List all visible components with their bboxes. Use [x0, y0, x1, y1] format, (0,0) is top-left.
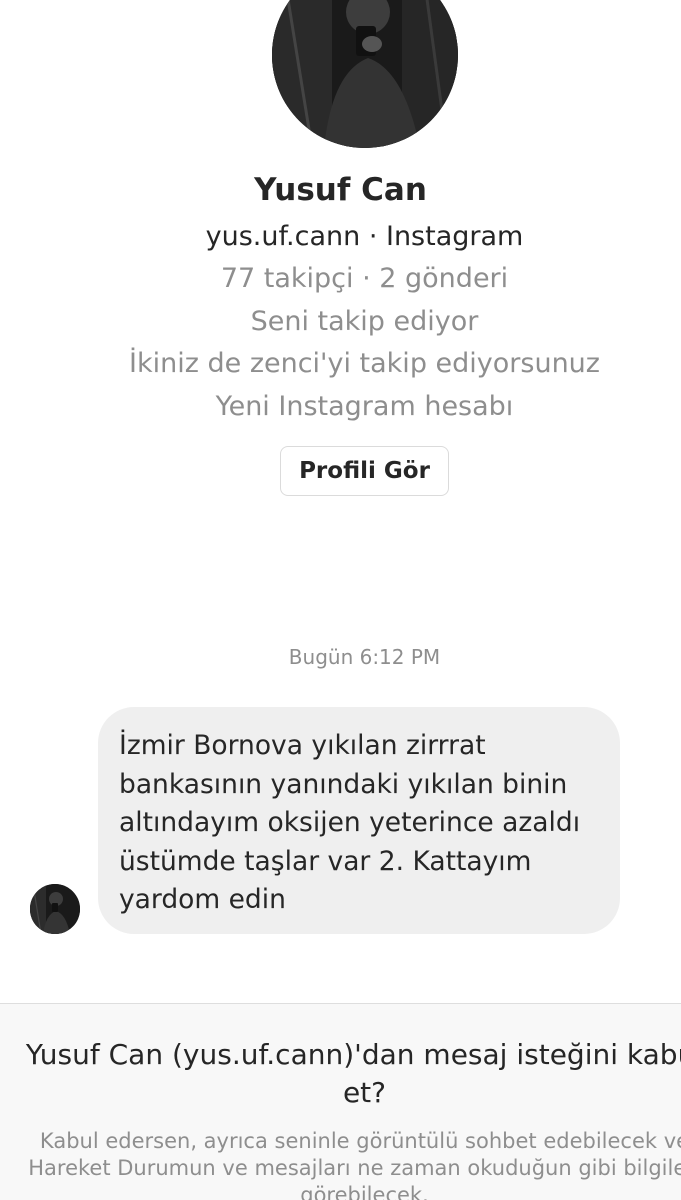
- request-title-line: Yusuf Can (yus.uf.cann)'dan mesaj isteği…: [25, 1038, 681, 1071]
- request-description: Kabul edersen, ayrıca seninle görüntülü …: [0, 1128, 681, 1200]
- request-description-line: görebilecek.: [300, 1183, 429, 1200]
- request-title-line: et?: [342, 1076, 387, 1109]
- profile-avatar[interactable]: [272, 0, 458, 148]
- profile-stats: 77 takipçi · 2 gönderi: [220, 263, 509, 294]
- view-profile-button[interactable]: Profili Gör: [280, 446, 449, 496]
- message-timestamp: Bugün 6:12 PM: [288, 645, 441, 669]
- profile-handle: yus.uf.cann · Instagram: [205, 221, 524, 252]
- avatar-photo-icon: [30, 884, 80, 934]
- message-text: İzmir Bornova yıkılan zirrrat bankasının…: [119, 730, 581, 915]
- mutual-follow-label: İkiniz de zenci'yi takip ediyorsunuz: [129, 348, 600, 379]
- avatar-photo-icon: [272, 0, 458, 148]
- new-account-label: Yeni Instagram hesabı: [215, 391, 514, 422]
- sender-avatar[interactable]: [30, 884, 80, 934]
- message-bubble[interactable]: İzmir Bornova yıkılan zirrrat bankasının…: [98, 707, 620, 934]
- profile-name: Yusuf Can: [254, 172, 427, 208]
- request-description-line: Kabul edersen, ayrıca seninle görüntülü …: [39, 1129, 681, 1153]
- request-description-line: Hareket Durumun ve mesajları ne zaman ok…: [28, 1156, 681, 1180]
- dm-request-screen: Yusuf Can yus.uf.cann · Instagram 77 tak…: [0, 0, 681, 1200]
- message-request-panel: Yusuf Can (yus.uf.cann)'dan mesaj isteği…: [0, 1003, 681, 1200]
- request-title: Yusuf Can (yus.uf.cann)'dan mesaj isteği…: [0, 1036, 681, 1112]
- follows-you-label: Seni takip ediyor: [250, 306, 479, 337]
